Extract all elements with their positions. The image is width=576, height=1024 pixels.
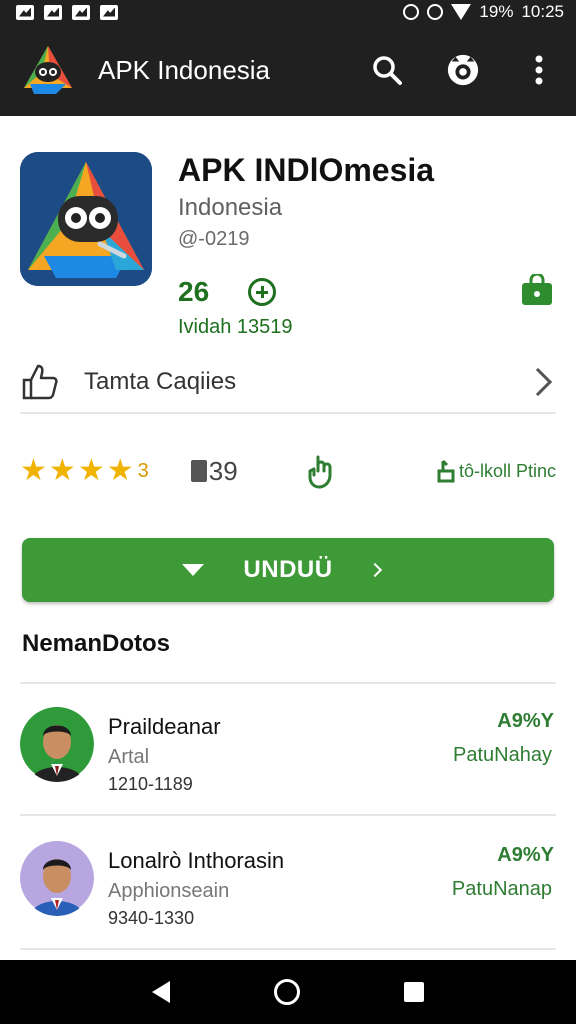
hand-tap-icon [308, 455, 332, 489]
sync-icon [427, 4, 444, 20]
notification-icon [44, 4, 62, 20]
review-author: Praildeanar [108, 714, 221, 739]
chevron-right-icon [523, 367, 553, 397]
review-score: A9%Y [497, 844, 554, 866]
notification-icons [16, 4, 118, 20]
wifi-icon [451, 4, 472, 20]
file-icon [190, 460, 207, 482]
search-icon[interactable] [370, 53, 404, 87]
review-item[interactable]: Lonalrò Inthorasin Apphionseain 9340-133… [20, 840, 556, 940]
more-options-icon[interactable] [522, 53, 556, 87]
review-author: Lonalrò Inthorasin [108, 848, 285, 873]
chevron-right-icon [367, 562, 383, 578]
review-score: A9%Y [497, 710, 554, 732]
thumbs-up-icon [22, 364, 58, 400]
review-date: 1210-1189 [108, 774, 193, 794]
rating-suffix: 3 [137, 459, 149, 482]
home-icon[interactable] [274, 979, 300, 1005]
rank-text: tô-lkoll Ptinc [458, 460, 556, 481]
trophy-icon [437, 459, 455, 483]
system-status: 19% 10:25 [403, 2, 564, 22]
divider [20, 814, 556, 816]
download-button[interactable]: UNDUÜ [22, 538, 554, 602]
notification-icon [72, 4, 90, 20]
star-icon: ★ [20, 454, 47, 487]
info-row: ★ ★ ★ ★ 3 39 tô-lkoll Ptinc [20, 446, 556, 496]
reviews-section-title: NemanDotos [22, 630, 171, 657]
status-bar: 19% 10:25 [0, 0, 576, 24]
clock: 10:25 [521, 2, 564, 21]
app-logo-icon[interactable] [20, 44, 76, 96]
back-icon[interactable] [152, 981, 170, 1003]
rating-stars: ★ ★ ★ ★ 3 [20, 456, 149, 486]
add-circle-icon[interactable] [248, 278, 276, 306]
app-bar-title: APK Indonesia [98, 54, 271, 85]
app-icon [20, 152, 152, 286]
category-row[interactable]: Tamta Caqiies [20, 352, 556, 414]
developer-name[interactable]: Indonesia [178, 194, 282, 222]
stat-line: Ividah 13519 [178, 316, 293, 338]
rank-label[interactable]: tô-lkoll Ptinc [435, 459, 556, 483]
star-icon: ★ [106, 454, 134, 487]
gmail-icon [100, 4, 118, 20]
download-count: 39 [190, 455, 238, 487]
divider [20, 948, 556, 950]
alarm-icon [403, 4, 420, 20]
app-name: APK INDlOmesia [178, 152, 435, 188]
review-date: 9340-1330 [108, 908, 195, 928]
divider [20, 682, 556, 684]
battery-percent: 19% [479, 2, 514, 21]
download-count-value: 39 [208, 455, 238, 486]
star-icon: ★ [77, 454, 105, 487]
system-nav-bar [0, 960, 576, 1024]
review-item[interactable]: Praildeanar Artal 1210-1189 A9%Y PatuNah… [20, 706, 556, 806]
app-version: @-0219 [178, 228, 250, 250]
review-subtitle: Apphionseain [108, 880, 230, 902]
app-bar: APK Indonesia [0, 24, 576, 116]
notification-icon [16, 4, 34, 20]
shopping-bag-icon[interactable] [520, 274, 554, 306]
account-icon[interactable] [446, 53, 480, 87]
avatar [20, 706, 94, 782]
review-tag[interactable]: PatuNahay [453, 744, 552, 767]
review-subtitle: Artal [108, 746, 150, 768]
download-button-label: UNDUÜ [243, 556, 333, 583]
main-content: APK INDlOmesia Indonesia @-0219 26 Ivida… [0, 116, 576, 960]
stat-number: 26 [178, 276, 210, 307]
app-header: APK INDlOmesia Indonesia @-0219 26 Ivida… [20, 152, 556, 342]
dropdown-arrow-icon [182, 564, 204, 576]
avatar [20, 840, 94, 916]
category-label: Tamta Caqiies [84, 368, 237, 395]
recent-apps-icon[interactable] [404, 982, 424, 1002]
review-tag[interactable]: PatuNanap [452, 878, 552, 901]
star-icon: ★ [48, 454, 76, 487]
